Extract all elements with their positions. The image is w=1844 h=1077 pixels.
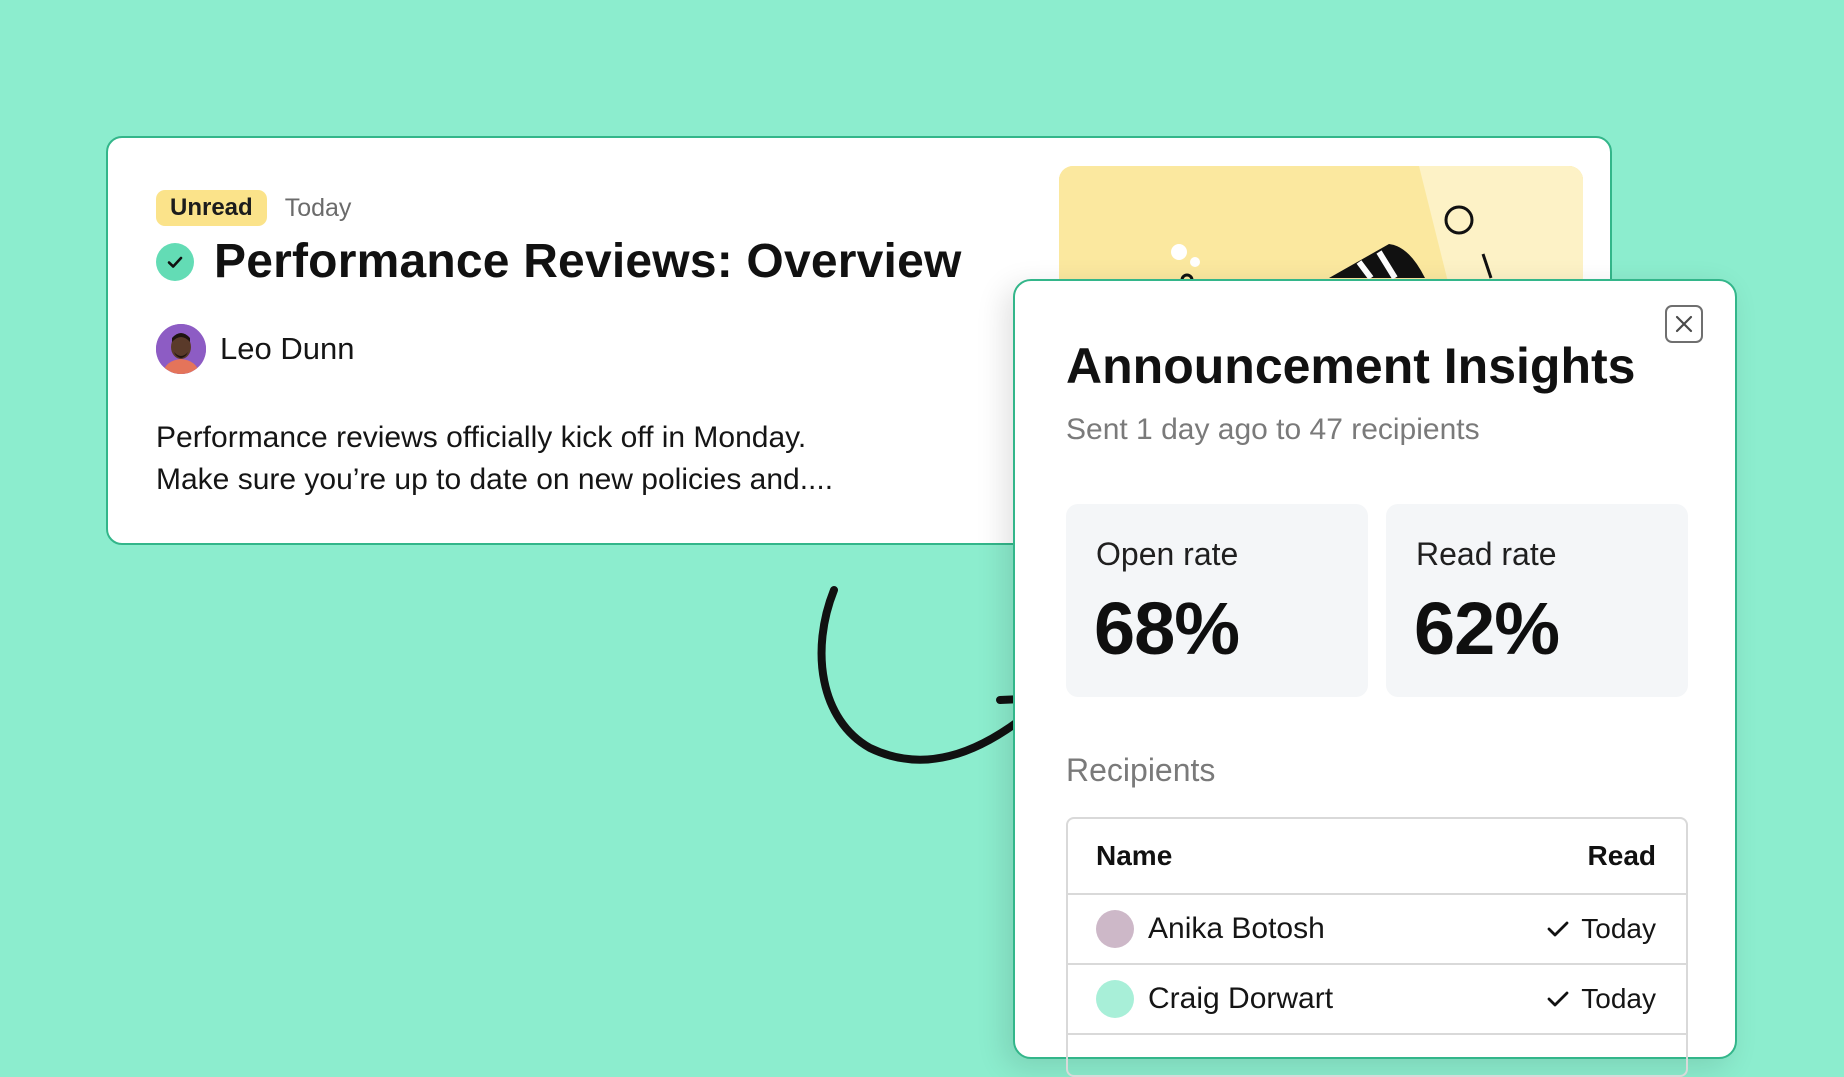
- announcement-title[interactable]: Performance Reviews: Overview: [214, 234, 962, 289]
- close-icon: [1675, 315, 1693, 333]
- read-rate-card: Read rate 62%: [1386, 504, 1688, 697]
- avatar: [1096, 980, 1134, 1018]
- column-header-read[interactable]: Read: [1588, 840, 1656, 872]
- announcement-date: Today: [284, 193, 352, 222]
- table-row[interactable]: Craig Dorwart Today: [1068, 965, 1686, 1035]
- stat-value: 68%: [1094, 587, 1240, 670]
- announcement-excerpt: Performance reviews officially kick off …: [156, 417, 1036, 501]
- stat-label: Open rate: [1096, 536, 1239, 572]
- recipient-name: Anika Botosh: [1148, 912, 1325, 945]
- unread-badge: Unread: [156, 190, 267, 226]
- recipient-name-cell: Craig Dorwart: [1096, 980, 1333, 1018]
- recipient-name: Craig Dorwart: [1148, 982, 1334, 1015]
- table-header: Name Read: [1068, 819, 1686, 895]
- recipients-table: Name Read Anika Botosh Today Craig Dorwa…: [1066, 817, 1688, 1077]
- checkmark-icon: [1547, 991, 1569, 1007]
- excerpt-line: Performance reviews officially kick off …: [156, 421, 807, 454]
- read-date: Today: [1581, 983, 1656, 1014]
- avatar: [1096, 910, 1134, 948]
- recipients-heading: Recipients: [1066, 752, 1216, 788]
- panel-title: Announcement Insights: [1066, 338, 1636, 394]
- announcement-meta: Unread Today: [156, 190, 351, 226]
- recipient-name-cell: Anika Botosh: [1096, 910, 1325, 948]
- avatar: [156, 324, 206, 374]
- checkmark-icon: [1547, 921, 1569, 937]
- read-date: Today: [1581, 913, 1656, 944]
- author[interactable]: Leo Dunn: [156, 324, 354, 374]
- open-rate-card: Open rate 68%: [1066, 504, 1368, 697]
- stat-label: Read rate: [1416, 536, 1557, 572]
- read-status: Today: [1547, 983, 1656, 1015]
- check-circle-icon: [156, 242, 194, 281]
- excerpt-line: Make sure you’re up to date on new polic…: [156, 463, 834, 496]
- author-name: Leo Dunn: [220, 331, 355, 366]
- panel-subtitle: Sent 1 day ago to 47 recipients: [1066, 413, 1480, 446]
- stat-value: 62%: [1414, 587, 1560, 670]
- column-header-name[interactable]: Name: [1096, 840, 1172, 872]
- insights-panel: Announcement Insights Sent 1 day ago to …: [1013, 279, 1737, 1077]
- read-status: Today: [1547, 913, 1656, 945]
- announcement-title-row: Performance Reviews: Overview: [156, 234, 962, 289]
- close-button[interactable]: [1665, 305, 1703, 343]
- table-row[interactable]: Anika Botosh Today: [1068, 895, 1686, 965]
